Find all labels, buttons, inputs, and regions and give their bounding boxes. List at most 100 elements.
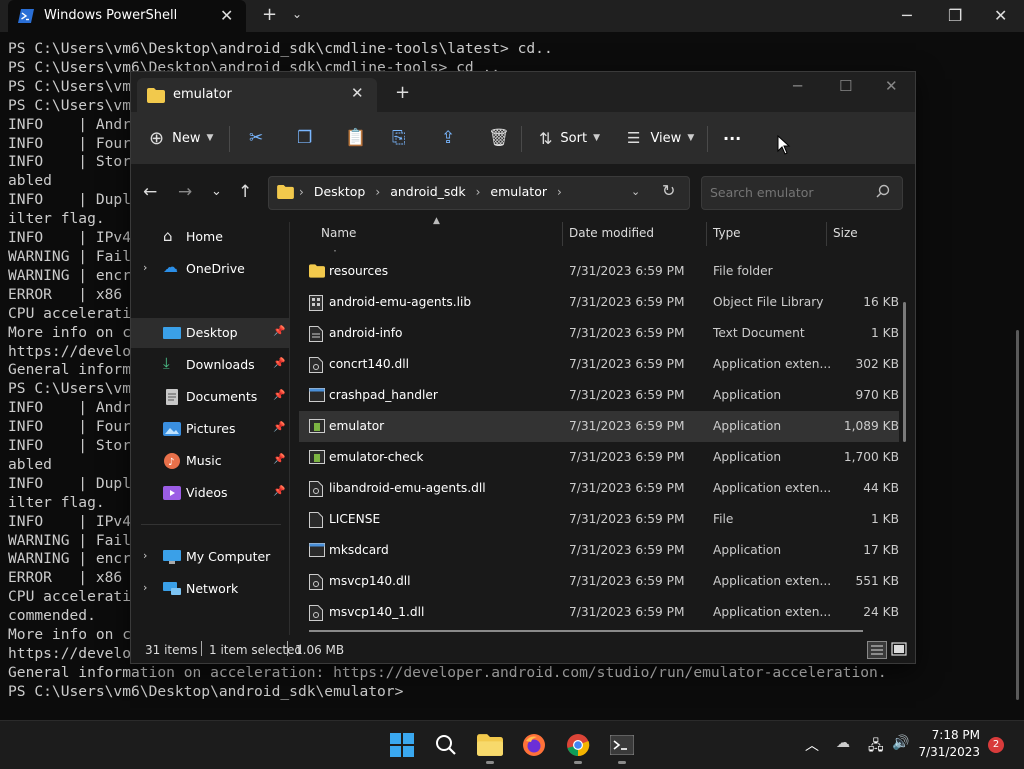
nav-item-network[interactable]: › Network [131,574,289,604]
nav-item-desktop[interactable]: Desktop 📌 [131,318,289,348]
clock-time[interactable]: 7:18 PM [928,728,980,742]
chevron-down-icon[interactable]: ⌄ [292,7,302,21]
new-tab-icon[interactable]: + [262,4,277,25]
column-header-name[interactable]: Name [321,226,356,240]
column-header-date[interactable]: Date modified [569,226,654,240]
terminal-scrollbar[interactable] [1016,330,1019,700]
file-type: File [713,512,734,526]
delete-icon[interactable]: 🗑 [488,126,510,150]
terminal-tab[interactable]: Windows PowerShell ✕ [8,0,246,32]
pin-icon[interactable]: 📌 [273,358,285,369]
forward-arrow-icon[interactable]: → [178,182,192,202]
recent-locations-chevron-icon[interactable]: ⌄ [211,184,222,199]
view-button[interactable]: ☰ View ▼ [627,126,694,150]
close-window-icon[interactable]: ✕ [885,77,898,95]
nav-divider [141,524,281,525]
desktop-icon [163,327,181,339]
copy-icon[interactable]: ❐ [297,126,312,150]
restore-icon[interactable]: ❐ [948,6,962,25]
breadcrumb-emulator[interactable]: emulator [490,184,547,199]
horizontal-scrollbar[interactable] [309,630,863,632]
tiles-view-icon[interactable] [891,641,907,657]
nav-item-downloads[interactable]: ⤓ Downloads 📌 [131,350,289,380]
new-button[interactable]: ⊕ New ▼ [149,126,213,150]
nav-item-onedrive[interactable]: › ☁ OneDrive [131,254,289,284]
table-row[interactable]: LICENSE 7/31/2023 6:59 PM File 1 KB [299,504,899,535]
chevron-right-icon[interactable]: › [143,581,147,594]
pin-icon[interactable]: 📌 [273,390,285,401]
refresh-icon[interactable]: ↻ [662,181,675,200]
chevron-right-icon[interactable]: › [143,261,147,274]
paste-icon[interactable]: 📋 [345,126,366,150]
clock-date[interactable]: 7/31/2023 [918,745,980,759]
back-arrow-icon[interactable]: ← [143,182,157,202]
close-icon[interactable]: ✕ [220,6,233,25]
table-row[interactable]: mksdcard 7/31/2023 6:59 PM Application 17 K… [299,535,899,566]
start-button[interactable] [386,729,418,761]
search-button[interactable] [430,729,462,761]
details-view-icon[interactable] [867,641,887,659]
pin-icon[interactable]: 📌 [273,454,285,465]
table-row[interactable]: crashpad_handler 7/31/2023 6:59 PM Applica… [299,380,899,411]
close-icon[interactable]: ✕ [351,84,364,102]
up-arrow-icon[interactable]: ↑ [238,182,252,202]
table-row[interactable]: emulator 7/31/2023 6:59 PM Application 1,08… [299,411,899,442]
nav-item-pictures[interactable]: Pictures 📌 [131,414,289,444]
column-header-type[interactable]: Type [713,226,741,240]
cloud-off-icon[interactable]: ☁ [836,735,850,751]
table-row[interactable]: resources 7/31/2023 6:59 PM File folder [299,256,899,287]
pin-icon[interactable]: 📌 [273,326,285,337]
nav-item-home[interactable]: ⌂ Home [131,222,289,252]
file-explorer-taskbar-button[interactable] [474,729,506,761]
sort-button[interactable]: ⇅ Sort ▼ [539,126,600,150]
network-status-icon[interactable]: 🖧 [868,735,884,759]
table-row[interactable]: libandroid-emu-agents.dll 7/31/2023 6:59 … [299,473,899,504]
cut-icon[interactable]: ✂ [249,126,263,150]
chevron-down-icon[interactable]: ⌄ [631,185,640,198]
table-row[interactable]: msvcp140_1.dll 7/31/2023 6:59 PM Applicati… [299,597,899,628]
svg-text:♪: ♪ [168,457,174,468]
table-row[interactable]: android-emu-agents.lib 7/31/2023 6:59 PM O… [299,287,899,318]
search-box[interactable] [701,176,903,210]
chevron-up-icon[interactable]: ︿ [805,735,819,755]
maximize-icon[interactable]: ☐ [839,77,852,95]
table-row[interactable]: emulator-check 7/31/2023 6:59 PM Applicati… [299,442,899,473]
explorer-tab[interactable]: emulator ✕ [137,78,377,112]
volume-icon[interactable]: 🔊 [892,735,909,751]
new-tab-icon[interactable]: + [395,82,410,103]
notification-badge[interactable]: 2 [988,737,1004,753]
firefox-taskbar-button[interactable] [518,729,550,761]
share-icon[interactable]: ⇪ [441,126,455,150]
minimize-icon[interactable]: ─ [902,6,912,25]
sort-button-label: Sort [560,130,588,146]
file-size: 24 KB [863,605,899,619]
table-row[interactable]: msvcp140.dll 7/31/2023 6:59 PM Application… [299,566,899,597]
close-window-icon[interactable]: ✕ [994,6,1007,25]
table-row[interactable]: concrt140.dll 7/31/2023 6:59 PM Applicatio… [299,349,899,380]
minimize-icon[interactable]: ─ [793,77,802,95]
nav-item-videos[interactable]: Videos 📌 [131,478,289,508]
file-name: libandroid-emu-agents.dll [329,481,486,495]
file-type: File folder [713,264,773,278]
nav-item-my-computer[interactable]: › My Computer [131,542,289,572]
more-options-icon[interactable]: ··· [723,126,741,150]
pin-icon[interactable]: 📌 [273,422,285,433]
vertical-scrollbar[interactable] [903,302,906,442]
table-row[interactable]: android-info 7/31/2023 6:59 PM Text Docume… [299,318,899,349]
address-bar[interactable]: › Desktop › android_sdk › emulator › ⌄ ↻ [268,176,690,210]
firefox-icon [523,734,545,756]
breadcrumb-desktop[interactable]: Desktop [314,184,366,199]
chrome-taskbar-button[interactable] [562,729,594,761]
search-input[interactable] [710,185,870,200]
nav-item-documents[interactable]: Documents 📌 [131,382,289,412]
rename-icon[interactable]: ⎘ [392,126,406,150]
terminal-taskbar-button[interactable] [606,729,638,761]
breadcrumb-android-sdk[interactable]: android_sdk [390,184,465,199]
file-type: Application [713,450,782,464]
column-header-size[interactable]: Size [833,226,858,240]
command-bar: ⊕ New ▼ ✂ ❐ 📋 ⎘ ⇪ 🗑 ⇅ Sort ▼ ☰ View ▼ ··… [131,112,915,164]
chevron-right-icon[interactable]: › [143,549,147,562]
nav-item-music[interactable]: ♪ Music 📌 [131,446,289,476]
table-row[interactable]: qemu [299,250,899,252]
pin-icon[interactable]: 📌 [273,486,285,497]
